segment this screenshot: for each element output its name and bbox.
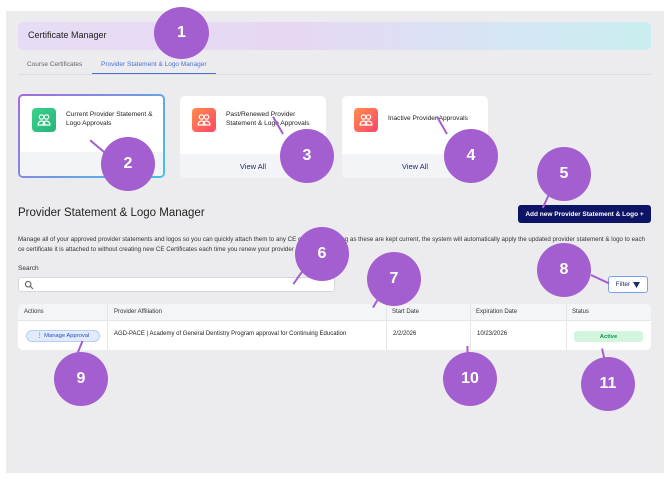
search-icon [24,280,34,290]
annotation-bubble-8: 8 [537,243,591,297]
column-divider [566,304,567,350]
approvals-table: Actions Provider Affiliation Start Date … [18,304,651,350]
section-title: Provider Statement & Logo Manager [18,207,205,219]
column-header-expiration-date[interactable]: Expiration Date [476,309,517,315]
people-icon [354,108,378,132]
add-provider-statement-button[interactable]: Add new Provider Statement & Logo + [518,205,651,223]
filter-icon [633,281,641,288]
annotation-bubble-5: 5 [537,147,591,201]
column-header-start-date[interactable]: Start Date [392,309,419,315]
search-input[interactable] [37,279,327,290]
page-header: Certificate Manager [18,22,651,50]
tabs-divider [18,74,651,75]
annotation-bubble-6: 6 [295,227,349,281]
filter-button[interactable]: Filter [608,276,648,293]
column-divider [470,304,471,350]
search-label: Search [18,265,39,272]
manage-approval-button[interactable]: ⋮ Manage Approval [26,330,100,342]
card-label: Past/Renewed Provider Statement & Logo A… [226,111,310,127]
status-badge: Active [574,331,643,342]
annotation-bubble-3: 3 [280,129,334,183]
annotation-bubble-2: 2 [101,137,155,191]
column-divider [107,304,108,350]
annotation-bubble-7: 7 [367,252,421,306]
column-header-actions[interactable]: Actions [24,309,44,315]
active-tab-indicator [92,73,216,74]
card-label: Inactive Provider Approvals [388,115,468,122]
column-header-status[interactable]: Status [572,309,589,315]
search-field[interactable] [18,277,335,292]
expiration-date-cell: 10/23/2026 [477,331,508,337]
annotation-bubble-1: 1 [154,7,209,59]
tab-provider-statement-logo-manager[interactable]: Provider Statement & Logo Manager [101,61,207,68]
start-date-cell: 2/2/2026 [393,331,417,337]
annotation-bubble-10: 10 [443,352,497,406]
column-header-provider-affiliation[interactable]: Provider Affiliation [114,309,162,315]
people-icon [192,108,216,132]
column-divider [386,304,387,350]
annotation-bubble-9: 9 [54,352,108,406]
annotation-bubble-11: 11 [581,357,635,411]
card-label: Current Provider Statement & Logo Approv… [66,111,153,127]
provider-affiliation-cell: AGD-PACE | Academy of General Dentistry … [114,331,347,337]
people-icon [32,108,56,132]
page-title: Certificate Manager [28,30,107,40]
tab-course-certificates[interactable]: Course Certificates [27,61,82,68]
annotation-bubble-4: 4 [444,129,498,183]
table-header [18,304,651,321]
filter-label: Filter [615,281,631,288]
